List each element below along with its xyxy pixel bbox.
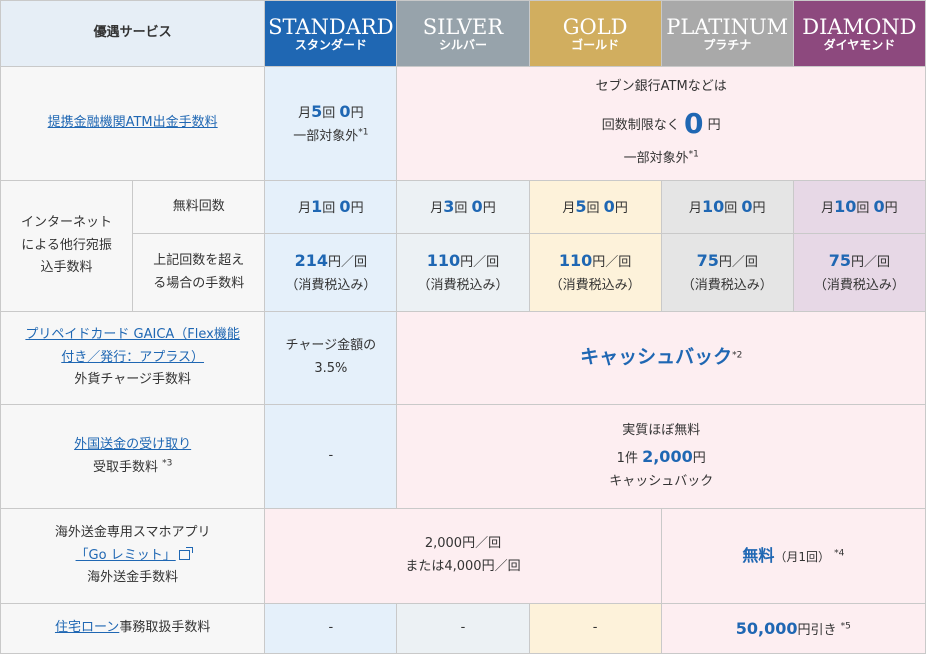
atm-row: 提携金融機関ATM出金手数料 月5回 0円 一部対象外*1 セブン銀行ATMなど… (0, 66, 926, 181)
mortgage-gold: - (528, 603, 662, 654)
tier-platinum: PLATINUM プラチナ (660, 0, 794, 67)
go-remit-fee-cell: 2,000円／回 または4,000円／回 (264, 508, 662, 604)
atm-fee-link[interactable]: 提携金融機関ATM出金手数料 (48, 115, 218, 130)
atm-label-cell: 提携金融機関ATM出金手数料 (0, 66, 266, 181)
mortgage-standard: - (264, 603, 398, 654)
fee-diamond: 75円／回 （消費税込み） (792, 233, 927, 312)
remit-in-label-cell: 外国送金の受け取り 受取手数料 *3 (0, 404, 266, 509)
gaica-fee-label: 外貨チャージ手数料 (74, 372, 191, 388)
mortgage-link[interactable]: 住宅ローン (55, 620, 119, 635)
transfer-fee-label: 上記回数を超え る場合の手数料 (132, 233, 266, 312)
gaica-standard-cell: チャージ金額の 3.5% (264, 311, 398, 405)
free-count-gold: 月5回 0円 (528, 180, 662, 234)
fee-platinum: 75円／回 （消費税込み） (660, 233, 794, 312)
tier-standard: STANDARD スタンダード (264, 0, 398, 67)
transfer-free-row: インターネット による他行宛振 込手数料 無料回数 月1回 0円 月3回 0円 … (0, 180, 927, 312)
mortgage-silver: - (396, 603, 530, 654)
gaica-link-line1[interactable]: プリペイドカード GAICA（Flex機能 (1, 324, 264, 347)
tier-silver: SILVER シルバー (396, 0, 530, 67)
free-count-platinum: 月10回 0円 (660, 180, 794, 234)
fee-gold: 110円／回 （消費税込み） (528, 233, 662, 312)
gaica-cashback-cell: キャッシュバック*2 (396, 311, 926, 405)
remit-in-standard: - (264, 404, 398, 509)
transfer-group-label: インターネット による他行宛振 込手数料 (0, 180, 134, 312)
gaica-label-cell: プリペイドカード GAICA（Flex機能 付き／発行：アプラス） 外貨チャージ… (0, 311, 266, 405)
go-remit-link[interactable]: 「Go レミット」 (76, 548, 176, 563)
free-count-standard: 月1回 0円 (264, 180, 398, 234)
mortgage-discount-cell: 50,000円引き *5 (660, 603, 927, 654)
external-link-icon[interactable] (178, 547, 193, 561)
go-remit-free-cell: 無料（月1回） *4 (660, 508, 927, 604)
remit-in-row: 外国送金の受け取り 受取手数料 *3 - 実質ほぼ無料 1件 2,000円 キャ… (0, 404, 926, 509)
transfer-free-label: 無料回数 (132, 180, 266, 234)
mortgage-row: 住宅ローン事務取扱手数料 - - - 50,000円引き *5 (0, 603, 927, 654)
benefits-table: 優遇サービス STANDARD スタンダード SILVER シルバー GOLD ゴール… (0, 0, 927, 654)
transfer-fee-row: 上記回数を超え る場合の手数料 214円／回 （消費税込み） 110円／回 （消費税… (1, 233, 927, 312)
fee-standard: 214円／回 （消費税込み） (264, 233, 398, 312)
remit-in-link[interactable]: 外国送金の受け取り (1, 434, 264, 457)
mortgage-label-cell: 住宅ローン事務取扱手数料 (0, 603, 266, 654)
header-row: 優遇サービス STANDARD スタンダード SILVER シルバー GOLD ゴール… (0, 0, 927, 67)
gaica-row: プリペイドカード GAICA（Flex機能 付き／発行：アプラス） 外貨チャージ… (0, 311, 926, 405)
go-remit-row: 海外送金専用スマホアプリ 「Go レミット」 海外送金手数料 2,000円／回 … (0, 508, 927, 604)
tier-diamond: DIAMOND ダイヤモンド (792, 0, 927, 67)
gaica-link-line2[interactable]: 付き／発行：アプラス） (1, 347, 264, 370)
free-count-silver: 月3回 0円 (396, 180, 530, 234)
atm-others-cell: セブン銀行ATMなどは 回数制限なく 0 円 一部対象外*1 (396, 66, 926, 181)
atm-standard-cell: 月5回 0円 一部対象外*1 (264, 66, 398, 181)
remit-in-others: 実質ほぼ無料 1件 2,000円 キャッシュバック (396, 404, 926, 509)
free-count-diamond: 月10回 0円 (792, 180, 927, 234)
service-header: 優遇サービス (0, 0, 266, 67)
tier-gold: GOLD ゴールド (528, 0, 662, 67)
fee-silver: 110円／回 （消費税込み） (396, 233, 530, 312)
go-remit-label-cell: 海外送金専用スマホアプリ 「Go レミット」 海外送金手数料 (0, 508, 266, 604)
